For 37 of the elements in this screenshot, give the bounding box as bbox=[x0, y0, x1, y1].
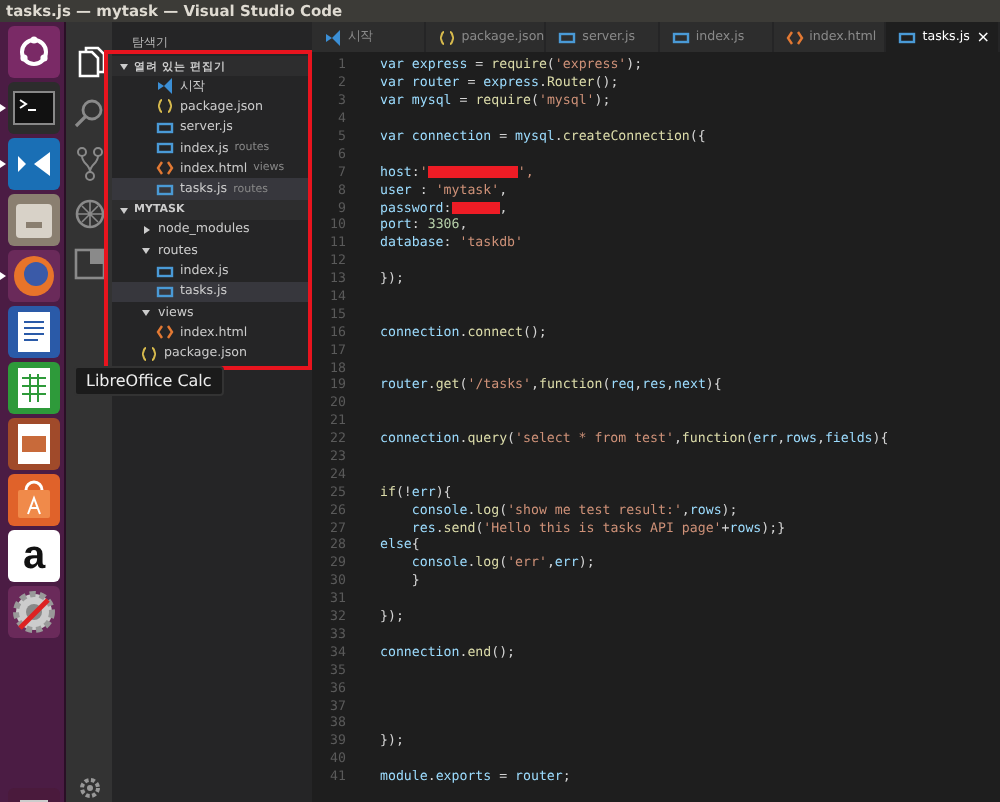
expanded-caret-icon[interactable] bbox=[118, 203, 130, 216]
angle-brackets-icon bbox=[156, 160, 174, 177]
presentation-icon[interactable] bbox=[8, 418, 60, 470]
script-file-icon bbox=[898, 29, 917, 45]
angle-brackets-icon bbox=[785, 29, 804, 45]
file-cabinet-icon[interactable] bbox=[8, 194, 60, 246]
settings-icon[interactable] bbox=[77, 776, 101, 800]
tooltip: LibreOffice Calc bbox=[74, 366, 224, 396]
circle-logo-icon[interactable] bbox=[8, 26, 60, 78]
braces-icon bbox=[156, 98, 174, 115]
shopping-bag-icon[interactable] bbox=[8, 474, 60, 526]
redaction-block bbox=[451, 201, 500, 214]
bug-icon[interactable] bbox=[71, 196, 107, 232]
expanded-caret-icon[interactable] bbox=[140, 306, 152, 319]
ribbon-logo-icon[interactable] bbox=[8, 138, 60, 190]
document-icon[interactable] bbox=[8, 306, 60, 358]
globe-icon[interactable] bbox=[8, 250, 60, 302]
script-file-icon bbox=[671, 29, 690, 45]
braces-icon bbox=[437, 29, 456, 45]
terminal-icon[interactable] bbox=[8, 82, 60, 134]
expanded-caret-icon[interactable] bbox=[118, 60, 130, 72]
redaction-block bbox=[427, 165, 518, 178]
search-icon[interactable] bbox=[71, 96, 107, 132]
shop-launcher-button[interactable]: a bbox=[8, 530, 60, 582]
collapsed-caret-icon[interactable] bbox=[140, 223, 152, 236]
extensions-icon[interactable] bbox=[71, 246, 107, 282]
script-file-icon bbox=[558, 29, 577, 45]
script-file-icon bbox=[156, 181, 174, 198]
gear-wrench-icon[interactable] bbox=[8, 586, 60, 638]
spreadsheet-icon[interactable] bbox=[8, 362, 60, 414]
close-tab-button[interactable]: × bbox=[976, 28, 990, 46]
braces-icon bbox=[140, 345, 158, 362]
branch-icon[interactable] bbox=[71, 146, 107, 182]
expanded-caret-icon[interactable] bbox=[140, 244, 152, 257]
ribbon-logo-icon bbox=[324, 29, 342, 45]
ribbon-logo-icon bbox=[156, 78, 174, 95]
angle-brackets-icon bbox=[156, 324, 174, 341]
